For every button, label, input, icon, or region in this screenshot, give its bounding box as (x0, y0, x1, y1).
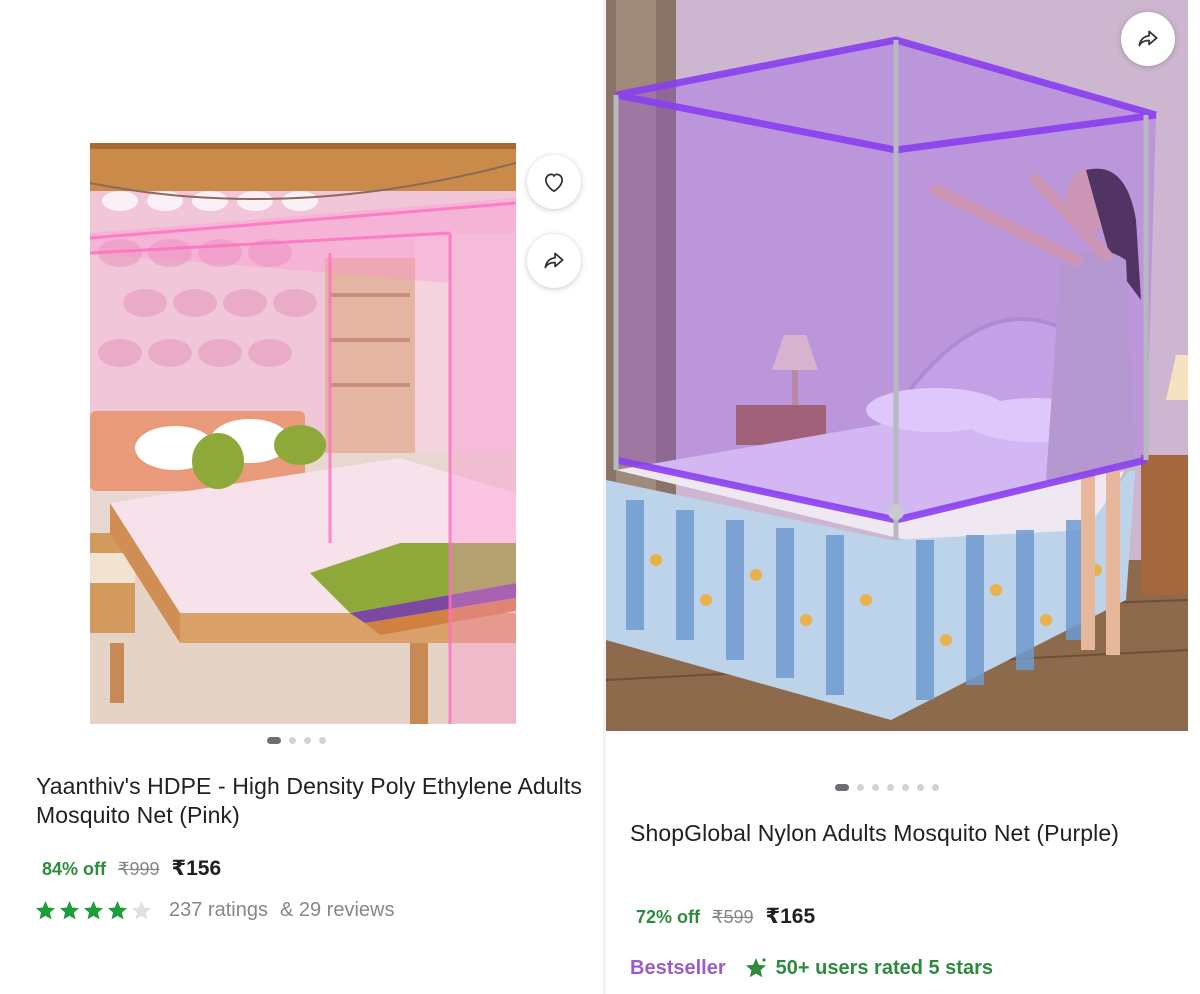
purple-net-illustration (606, 0, 1188, 731)
bestseller-badge: Bestseller (630, 956, 726, 979)
users-rated-label: 50+ users rated 5 stars (775, 956, 993, 979)
product-image-purple[interactable] (606, 0, 1188, 731)
wishlist-button[interactable] (527, 155, 581, 209)
carousel-dot[interactable] (304, 737, 311, 744)
ratings-count: 237 ratings (169, 899, 268, 921)
star-icon (107, 900, 128, 920)
star-icon (35, 900, 56, 920)
pink-net-illustration (90, 143, 516, 724)
product-title[interactable]: Yaanthiv's HDPE - High Density Poly Ethy… (36, 772, 586, 830)
selling-price: ₹165 (765, 905, 816, 928)
carousel-dot[interactable] (267, 737, 281, 744)
carousel-dot[interactable] (289, 737, 296, 744)
original-price: ₹999 (118, 859, 160, 879)
original-price: ₹599 (712, 907, 754, 927)
discount-label: 84% off (42, 859, 107, 879)
product-title[interactable]: ShopGlobal Nylon Adults Mosquito Net (Pu… (630, 819, 1150, 848)
star-empty-icon (131, 900, 152, 920)
share-icon (1138, 30, 1158, 47)
share-button-purple[interactable] (1121, 12, 1175, 66)
carousel-dot[interactable] (872, 784, 879, 791)
carousel-dot[interactable] (917, 784, 924, 791)
carousel-dot[interactable] (857, 784, 864, 791)
star-icon (59, 900, 80, 920)
price-row: 72% off ₹599 ₹165 (636, 904, 815, 929)
carousel-dot[interactable] (902, 784, 909, 791)
carousel-dot[interactable] (932, 784, 939, 791)
star-rating (34, 899, 153, 922)
star-icon (83, 900, 104, 920)
carousel-dot[interactable] (887, 784, 894, 791)
image-carousel-dots (267, 737, 326, 744)
product-image-pink[interactable] (90, 143, 516, 724)
sparkle-star-icon (745, 958, 766, 978)
carousel-dot[interactable] (319, 737, 326, 744)
heart-icon (545, 173, 563, 193)
rating-row[interactable]: 237 ratings & 29 reviews (34, 899, 394, 922)
carousel-dot[interactable] (835, 784, 849, 791)
image-carousel-dots (835, 784, 939, 791)
share-button-pink[interactable] (527, 234, 581, 288)
share-icon (544, 252, 564, 269)
price-row: 84% off ₹999 ₹156 (42, 856, 221, 881)
badge-row: Bestseller 50+ users rated 5 stars (630, 956, 993, 980)
reviews-count: & 29 reviews (279, 899, 395, 921)
discount-label: 72% off (636, 907, 701, 927)
selling-price: ₹156 (171, 857, 222, 880)
product-card-pink[interactable]: Yaanthiv's HDPE - High Density Poly Ethy… (0, 0, 604, 994)
